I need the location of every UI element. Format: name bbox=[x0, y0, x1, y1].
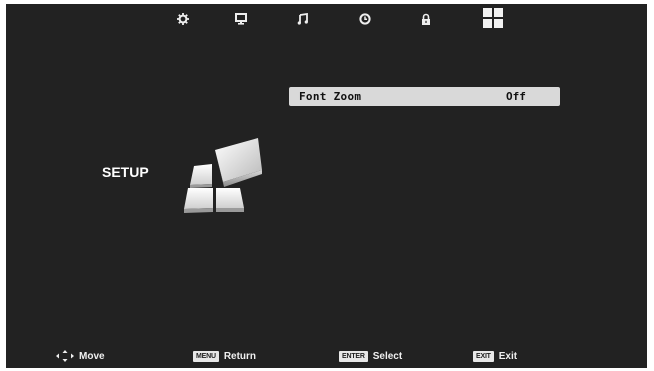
section-title: SETUP bbox=[102, 164, 149, 180]
setup-icon[interactable] bbox=[481, 7, 505, 29]
sound-icon[interactable] bbox=[293, 9, 313, 29]
hint-exit-label: Exit bbox=[498, 350, 518, 362]
menu-item-label: Font Zoom bbox=[299, 90, 362, 103]
picture-settings-icon[interactable] bbox=[173, 9, 193, 29]
hint-move-label: Move bbox=[79, 350, 105, 362]
tv-menu-screen: Font Zoom Off SETUP Move MENU Return ENT… bbox=[6, 4, 647, 368]
move-arrows-icon bbox=[56, 350, 74, 362]
menu-item-font-zoom[interactable]: Font Zoom Off bbox=[289, 87, 560, 106]
enter-key-badge: ENTER bbox=[339, 350, 368, 362]
hint-return-label: Return bbox=[223, 350, 257, 362]
display-icon[interactable] bbox=[231, 9, 251, 29]
hint-select: ENTER Select bbox=[339, 347, 402, 365]
lock-icon[interactable] bbox=[416, 9, 436, 29]
hint-select-label: Select bbox=[372, 350, 403, 362]
hint-return: MENU Return bbox=[193, 347, 256, 365]
exit-key-badge: EXIT bbox=[473, 350, 494, 362]
hint-exit: EXIT Exit bbox=[473, 347, 517, 365]
category-bar bbox=[6, 4, 647, 38]
time-icon[interactable] bbox=[355, 9, 375, 29]
setup-graphic-icon bbox=[182, 132, 272, 219]
menu-key-badge: MENU bbox=[193, 350, 219, 362]
hint-move: Move bbox=[56, 347, 105, 365]
menu-item-value: Off bbox=[506, 90, 526, 103]
hint-bar: Move MENU Return ENTER Select EXIT Exit bbox=[6, 347, 647, 365]
